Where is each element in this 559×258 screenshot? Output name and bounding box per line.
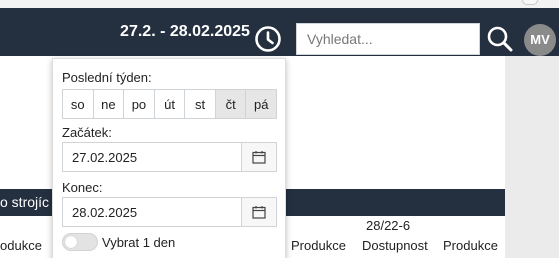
end-date-value: 28.02.2025 xyxy=(72,205,138,220)
start-date-value: 27.02.2025 xyxy=(72,150,138,165)
last-week-label: Poslední týden: xyxy=(62,70,152,85)
day-button-po[interactable]: po xyxy=(124,90,155,118)
day-button-so[interactable]: so xyxy=(63,90,94,118)
column-header-availability: Dostupnost xyxy=(362,238,428,253)
start-date-field[interactable]: 27.02.2025 xyxy=(62,142,277,172)
window-handle xyxy=(522,0,538,5)
toggle-knob xyxy=(65,236,77,248)
end-date-field[interactable]: 28.02.2025 xyxy=(62,197,277,227)
single-day-toggle[interactable] xyxy=(62,233,98,251)
end-calendar-button[interactable] xyxy=(241,198,276,226)
clock-icon[interactable] xyxy=(254,25,282,53)
calendar-icon xyxy=(252,206,266,219)
section-title: o strojíc xyxy=(0,194,50,210)
date-range-label: 27.2. - 28.02.2025 xyxy=(120,23,250,40)
start-calendar-button[interactable] xyxy=(241,143,276,171)
top-header: 27.2. - 28.02.2025 MV xyxy=(0,8,559,56)
day-button-st[interactable]: st xyxy=(185,90,216,118)
column-header-production-3: Produkce xyxy=(443,238,498,253)
single-day-label: Vybrat 1 den xyxy=(102,235,176,250)
browser-top-strip xyxy=(0,0,559,8)
day-button-ct[interactable]: čt xyxy=(215,90,247,118)
weekday-selector: so ne po út st čt pá xyxy=(62,89,277,119)
right-gutter xyxy=(505,56,559,258)
day-button-ne[interactable]: ne xyxy=(93,90,125,118)
calendar-icon xyxy=(252,151,266,164)
day-button-ut[interactable]: út xyxy=(154,90,186,118)
column-header-production-1: odukce xyxy=(0,238,42,253)
start-label: Začátek: xyxy=(62,125,112,140)
user-avatar[interactable]: MV xyxy=(524,24,556,56)
date-picker-popup: Poslední týden: so ne po út st čt pá Zač… xyxy=(52,58,286,258)
day-button-pa[interactable]: pá xyxy=(246,90,277,118)
end-label: Konec: xyxy=(62,180,103,195)
column-header-date: 28/22-6 xyxy=(366,218,411,233)
search-icon[interactable] xyxy=(486,25,514,53)
search-input[interactable] xyxy=(296,23,480,55)
column-header-production-2: Produkce xyxy=(291,238,346,253)
